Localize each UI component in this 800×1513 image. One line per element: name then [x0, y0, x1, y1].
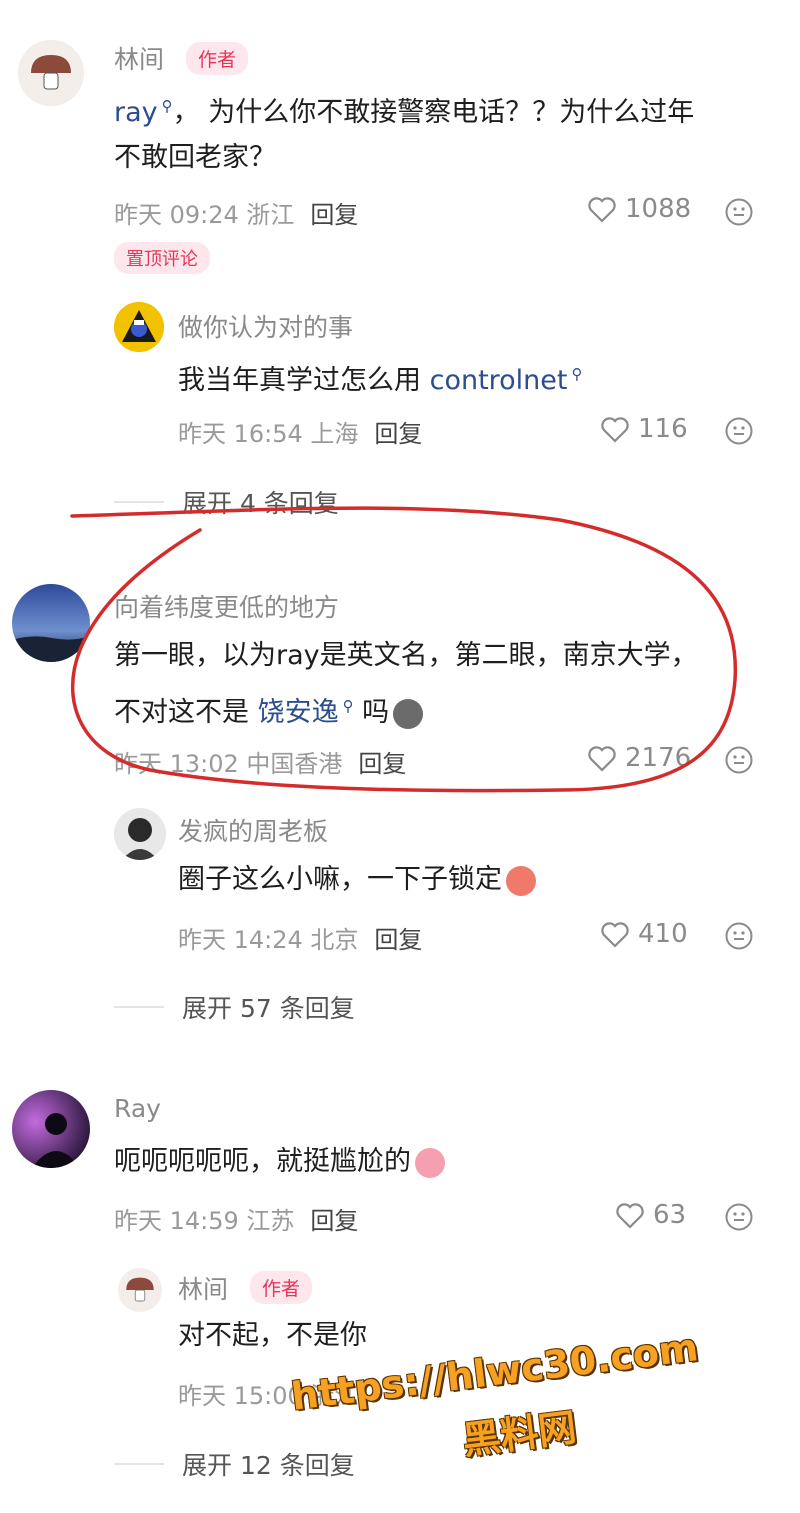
red-annotation-circle: [70, 506, 738, 793]
